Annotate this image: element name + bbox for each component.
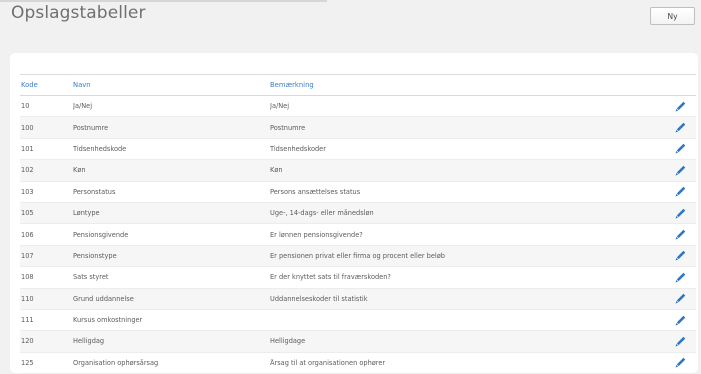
row-kode: 101 <box>21 144 34 153</box>
pencil-icon[interactable] <box>675 315 686 326</box>
pencil-icon[interactable] <box>675 293 686 304</box>
row-kode: 125 <box>21 358 34 367</box>
row-kode: 102 <box>21 166 34 175</box>
row-bemaerkning: Køn <box>270 166 283 175</box>
row-edit-cell <box>655 208 695 219</box>
table-row[interactable]: 110 Grund uddannelse Uddannelseskoder til … <box>20 288 696 310</box>
pencil-icon[interactable] <box>675 336 686 347</box>
page-title: Opslagstabeller <box>11 3 146 23</box>
row-kode: 103 <box>21 187 34 196</box>
table-row[interactable]: 120 Helligdag Helligdage <box>20 331 696 353</box>
row-navn: Postnumre <box>73 123 109 132</box>
row-kode: 105 <box>21 209 34 218</box>
row-bemaerkning: Er lønnen pensionsgivende? <box>270 230 363 239</box>
row-edit-cell <box>655 250 695 261</box>
pencil-icon[interactable] <box>675 122 686 133</box>
column-header-navn[interactable]: Navn <box>73 81 270 89</box>
row-edit-cell <box>655 122 695 133</box>
table-row[interactable]: 102 Køn Køn <box>20 160 696 182</box>
row-bemaerkning: Uddannelseskoder til statistik <box>270 294 368 303</box>
row-kode: 106 <box>21 230 34 239</box>
top-progress-line <box>0 0 327 2</box>
table-header-row: Kode Navn Bemærkning <box>20 75 696 96</box>
row-bemaerkning: Ja/Nej <box>270 102 290 111</box>
pencil-icon[interactable] <box>675 250 686 261</box>
row-bemaerkning: Er pensionen privat eller firma og proce… <box>270 251 445 260</box>
column-header-bemaerkning[interactable]: Bemærkning <box>270 81 655 89</box>
content-panel: Kode Navn Bemærkning 10 Ja/Nej Ja/Nej 100 Po… <box>10 53 698 374</box>
row-bemaerkning: Persons ansættelses status <box>270 187 361 196</box>
row-kode: 107 <box>21 251 34 260</box>
row-navn: Pensionstype <box>73 251 117 260</box>
table-row[interactable]: 100 Postnumre Postnumre <box>20 117 696 139</box>
row-edit-cell <box>655 165 695 176</box>
row-kode: 108 <box>21 273 34 282</box>
row-edit-cell <box>655 101 695 112</box>
row-navn: Grund uddannelse <box>73 294 134 303</box>
table-row[interactable]: 107 Pensionstype Er pensionen privat eller… <box>20 245 696 268</box>
row-edit-cell <box>655 143 695 154</box>
table-row[interactable]: 106 Pensionsgivende Er lønnen pensionsgive… <box>20 224 696 246</box>
row-navn: Sats styret <box>73 273 109 282</box>
lookup-table: Kode Navn Bemærkning 10 Ja/Nej Ja/Nej 100 Po… <box>20 74 696 374</box>
pencil-icon[interactable] <box>675 357 686 368</box>
row-edit-cell <box>655 272 695 283</box>
table-row[interactable]: 108 Sats styret Er der knyttet sats til fr… <box>20 267 696 289</box>
row-edit-cell <box>655 293 695 304</box>
table-row[interactable]: 111 Kursus omkostninger <box>20 310 696 332</box>
row-navn: Organisation ophørsårsag <box>73 358 159 367</box>
pencil-icon[interactable] <box>675 186 686 197</box>
row-navn: Løntype <box>73 209 100 218</box>
pencil-icon[interactable] <box>675 143 686 154</box>
row-edit-cell <box>655 186 695 197</box>
table-body: 10 Ja/Nej Ja/Nej 100 Postnumre Postnumre 101 Ti… <box>20 96 696 374</box>
row-navn: Personstatus <box>73 187 116 196</box>
column-header-kode[interactable]: Kode <box>20 81 73 89</box>
row-bemaerkning: Årsag til at organisationen ophører <box>270 358 386 367</box>
row-bemaerkning: Helligdage <box>270 337 306 346</box>
row-navn: Pensionsgivende <box>73 230 129 239</box>
row-navn: Køn <box>73 166 86 175</box>
table-row[interactable]: 103 Personstatus Persons ansættelses statu… <box>20 182 696 203</box>
pencil-icon[interactable] <box>675 101 686 112</box>
row-edit-cell <box>655 357 695 368</box>
row-navn: Helligdag <box>73 337 105 346</box>
row-edit-cell <box>655 229 695 240</box>
pencil-icon[interactable] <box>675 165 686 176</box>
row-kode: 111 <box>21 316 34 325</box>
table-row[interactable]: 10 Ja/Nej Ja/Nej <box>20 96 696 118</box>
pencil-icon[interactable] <box>675 229 686 240</box>
row-kode: 120 <box>21 337 34 346</box>
row-bemaerkning: Uge-, 14-dags- eller månedsløn <box>270 209 374 218</box>
row-kode: 10 <box>21 102 30 111</box>
row-kode: 100 <box>21 123 34 132</box>
row-navn: Kursus omkostninger <box>73 316 143 325</box>
row-edit-cell <box>655 315 695 326</box>
pencil-icon[interactable] <box>675 272 686 283</box>
row-kode: 110 <box>21 294 34 303</box>
row-bemaerkning: Er der knyttet sats til fraværskoden? <box>270 273 391 282</box>
pencil-icon[interactable] <box>675 208 686 219</box>
table-row[interactable]: 105 Løntype Uge-, 14-dags- eller månedsløn <box>20 202 696 225</box>
table-row[interactable]: 125 Organisation ophørsårsag Årsag til at … <box>20 353 696 374</box>
new-button[interactable]: Ny <box>650 7 695 25</box>
table-row[interactable]: 101 Tidsenhedskode Tidsenhedskoder <box>20 139 696 161</box>
row-navn: Tidsenhedskode <box>73 144 127 153</box>
row-edit-cell <box>655 336 695 347</box>
row-bemaerkning: Tidsenhedskoder <box>270 144 326 153</box>
row-navn: Ja/Nej <box>73 102 93 111</box>
row-bemaerkning: Postnumre <box>270 123 306 132</box>
